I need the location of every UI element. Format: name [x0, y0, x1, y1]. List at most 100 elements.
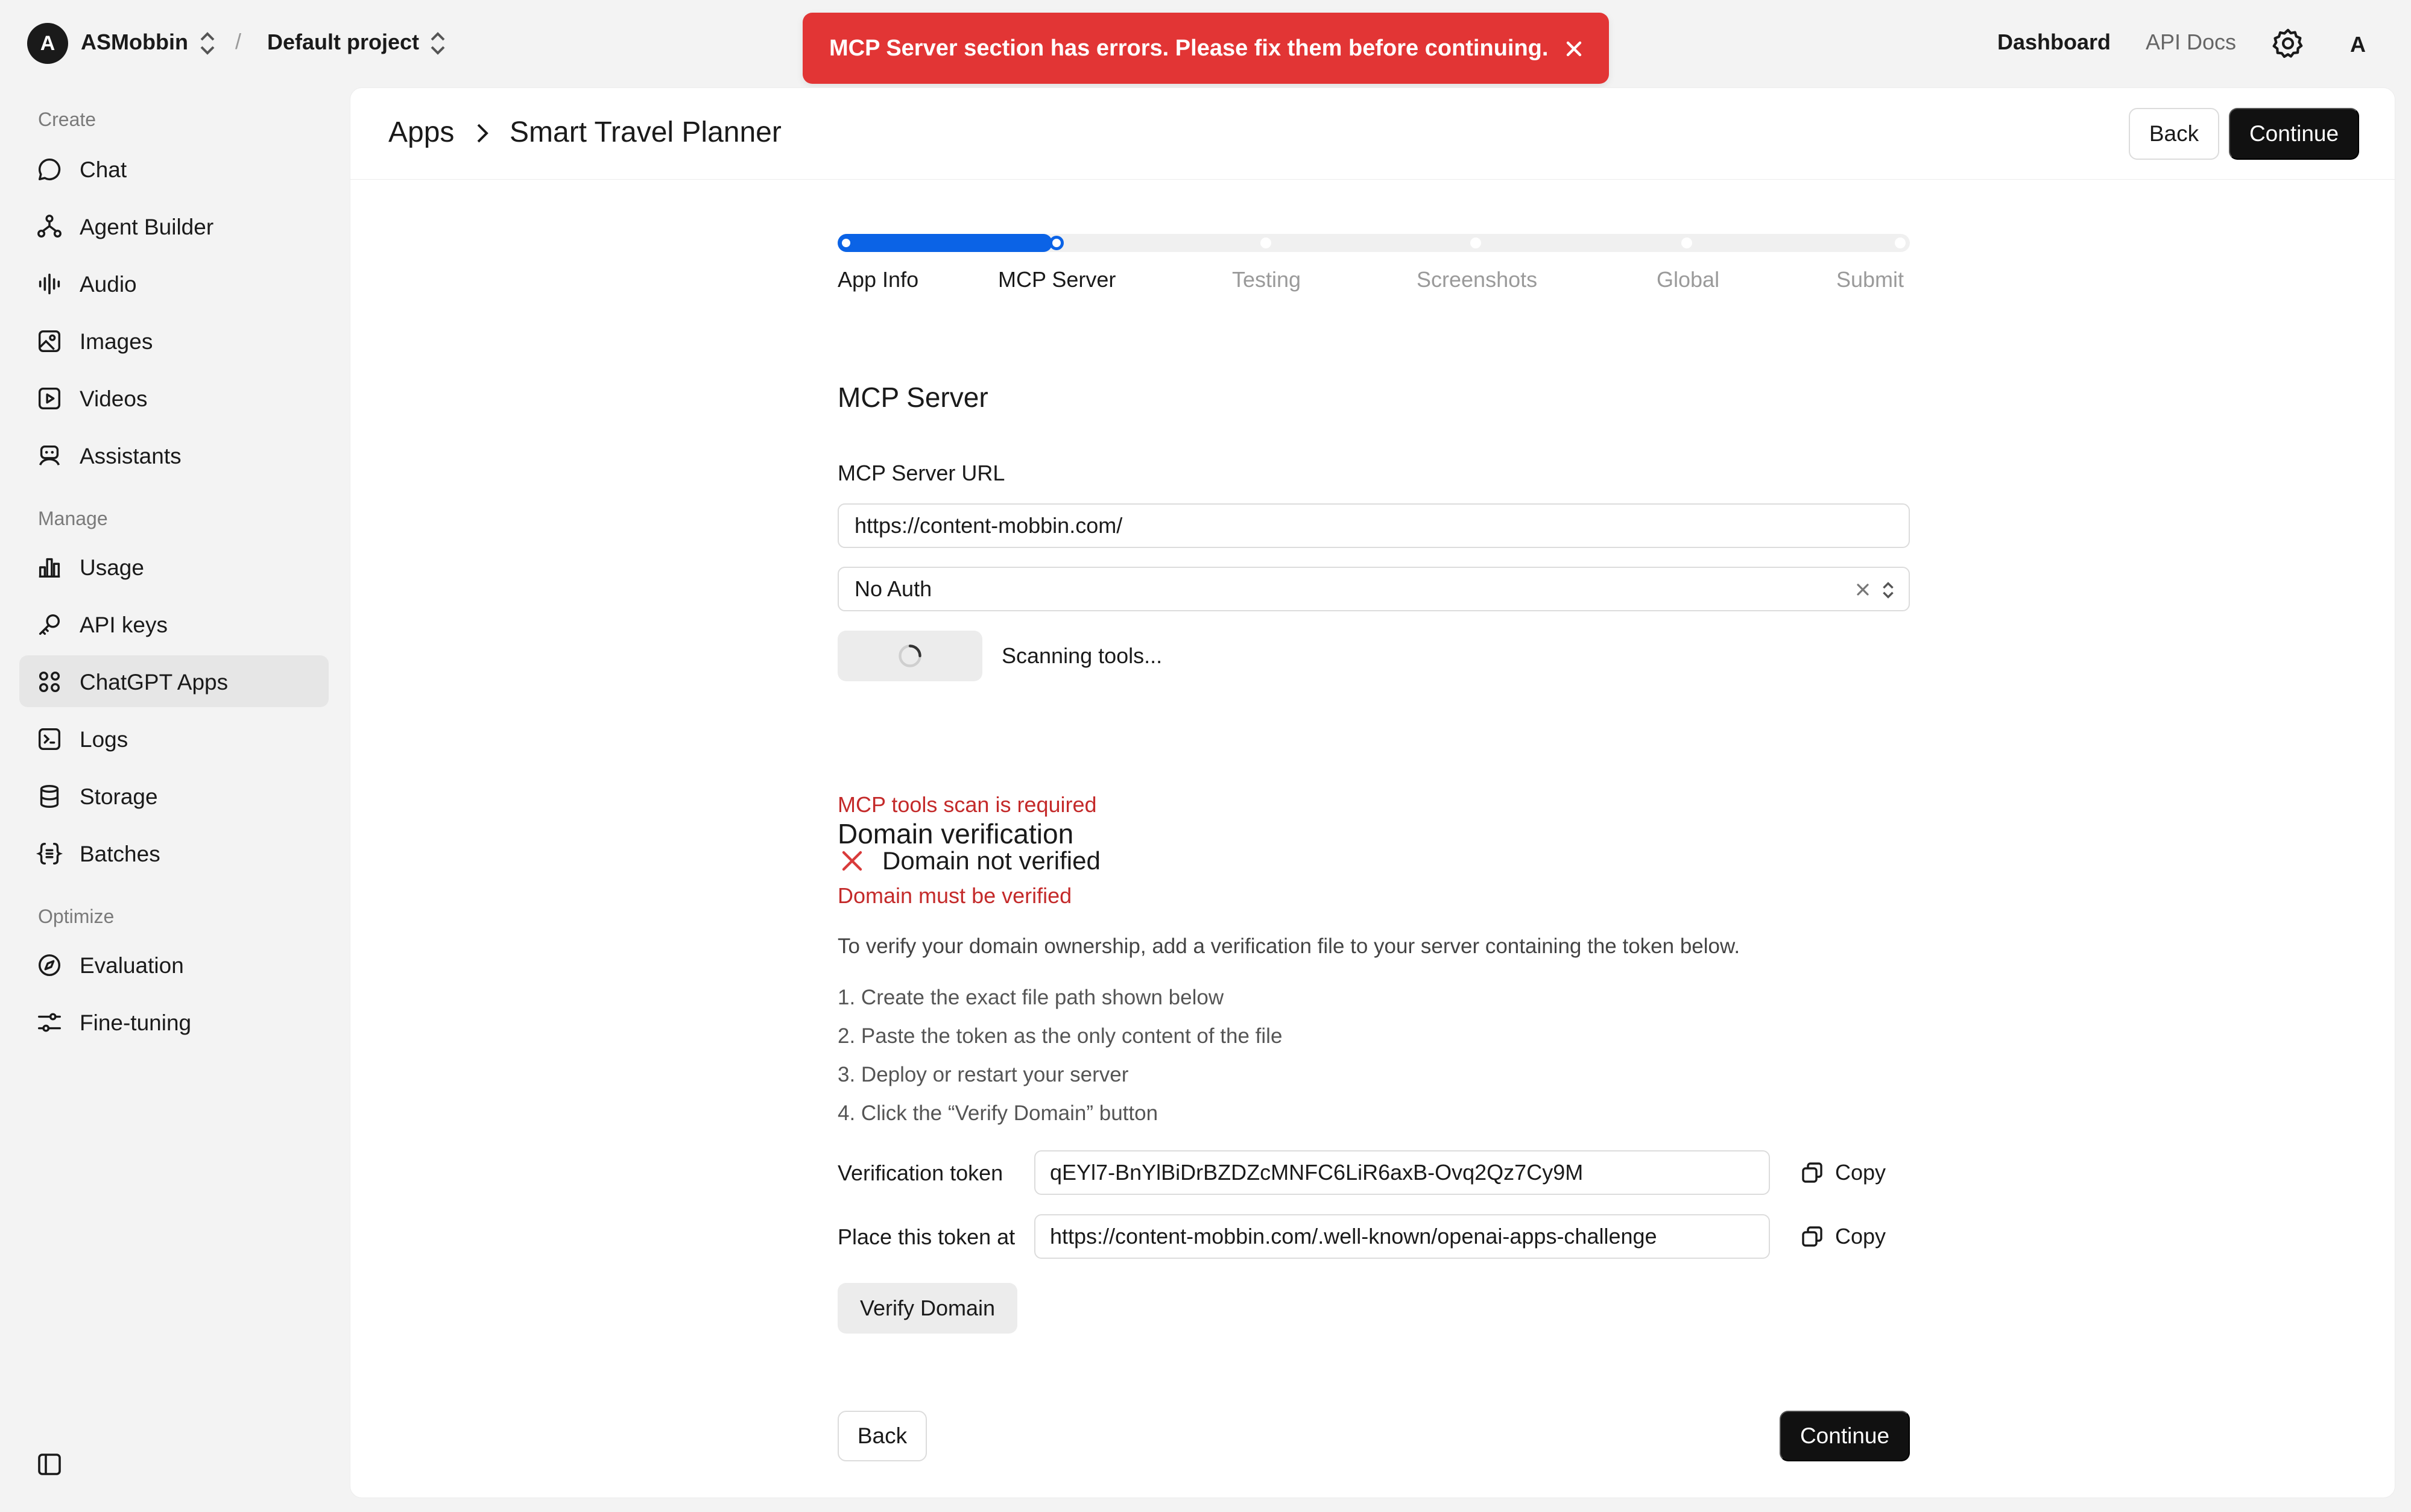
copy-token-button[interactable]: Copy: [1800, 1154, 1886, 1191]
chevron-updown-icon[interactable]: [197, 30, 218, 57]
form-content: App Info MCP Server Testing Screenshots …: [838, 88, 1910, 1498]
toast-message: MCP Server section has errors. Please fi…: [829, 35, 1549, 61]
project-switcher[interactable]: Default project: [267, 30, 419, 55]
step-label-mcp-server[interactable]: MCP Server: [998, 267, 1116, 292]
step-label-global: Global: [1657, 267, 1720, 292]
breadcrumb-apps[interactable]: Apps: [388, 116, 454, 149]
chevron-updown-icon[interactable]: [1880, 580, 1897, 600]
chat-bubble-icon: [36, 156, 63, 183]
step-dot-global: [1679, 236, 1694, 250]
sidebar-item-chat[interactable]: Chat: [19, 143, 329, 195]
header-back-button[interactable]: Back: [2129, 108, 2219, 160]
sidebar-toggle-icon[interactable]: [35, 1450, 64, 1479]
sidebar-item-label: API keys: [80, 613, 168, 637]
sliders-icon: [36, 1009, 63, 1036]
sidebar-item-label: Storage: [80, 784, 158, 809]
chevron-right-icon: [473, 121, 491, 145]
token-location-value: https://content-mobbin.com/.well-known/o…: [1050, 1224, 1657, 1249]
auth-select-value: No Auth: [855, 576, 932, 601]
sidebar-item-agent-builder[interactable]: Agent Builder: [19, 200, 329, 252]
sidebar-item-fine-tuning[interactable]: Fine-tuning: [19, 996, 329, 1048]
agent-nodes-icon: [36, 213, 63, 241]
section-heading-domain-verification: Domain verification: [838, 818, 1074, 849]
sidebar-item-label: Assistants: [80, 444, 182, 468]
spinner-icon: [897, 643, 923, 669]
sidebar-item-storage[interactable]: Storage: [19, 770, 329, 822]
section-label-manage: Manage: [38, 508, 108, 529]
sidebar-item-api-keys[interactable]: API keys: [19, 598, 329, 650]
sidebar-item-usage[interactable]: Usage: [19, 541, 329, 593]
auth-select[interactable]: No Auth: [838, 567, 1910, 611]
sidebar-item-evaluation[interactable]: Evaluation: [19, 939, 329, 991]
verify-domain-button[interactable]: Verify Domain: [838, 1283, 1017, 1334]
sidebar-item-chatgpt-apps[interactable]: ChatGPT Apps: [19, 655, 329, 707]
sidebar-item-logs[interactable]: Logs: [19, 713, 329, 764]
org-avatar[interactable]: A: [27, 23, 68, 64]
robot-icon: [36, 442, 63, 470]
step-label-app-info[interactable]: App Info: [838, 267, 918, 292]
step-label-submit: Submit: [1836, 267, 1904, 292]
sidebar-item-label: Evaluation: [80, 953, 184, 978]
user-avatar[interactable]: A: [2340, 27, 2376, 63]
page-title: Smart Travel Planner: [510, 116, 782, 148]
mcp-url-label: MCP Server URL: [838, 461, 1005, 485]
step-label-testing: Testing: [1232, 267, 1301, 292]
database-icon: [36, 783, 63, 810]
step-dot-mcp-server: [1049, 236, 1064, 250]
api-docs-link[interactable]: API Docs: [2146, 30, 2236, 55]
step-dot-submit: [1893, 236, 1907, 250]
sidebar-item-assistants[interactable]: Assistants: [19, 429, 329, 481]
scan-tools-button[interactable]: [838, 631, 982, 681]
sidebar-item-label: Videos: [80, 386, 148, 411]
sidebar-item-label: Images: [80, 329, 153, 354]
clear-icon[interactable]: [1853, 580, 1872, 600]
instruction-step: 4. Click the “Verify Domain” button: [838, 1101, 1158, 1125]
sidebar-item-batches[interactable]: Batches: [19, 827, 329, 879]
video-play-icon: [36, 385, 63, 412]
step-dot-screenshots: [1468, 236, 1483, 250]
token-location-input[interactable]: https://content-mobbin.com/.well-known/o…: [1034, 1214, 1770, 1259]
sidebar-item-label: Agent Builder: [80, 215, 214, 239]
copy-label: Copy: [1835, 1160, 1886, 1185]
verification-token-label: Verification token: [838, 1161, 1003, 1185]
sidebar-item-images[interactable]: Images: [19, 315, 329, 367]
step-label-screenshots: Screenshots: [1417, 267, 1538, 292]
org-switcher[interactable]: ASMobbin: [81, 30, 188, 55]
footer-back-button[interactable]: Back: [838, 1411, 927, 1461]
sidebar-item-label: Fine-tuning: [80, 1010, 192, 1035]
section-label-optimize: Optimize: [38, 906, 115, 927]
progress-fill: [838, 234, 1052, 252]
apps-grid-icon: [36, 668, 63, 696]
main-panel: Apps Smart Travel Planner Back Continue …: [350, 87, 2395, 1498]
scan-error-text: MCP tools scan is required: [838, 792, 1097, 817]
sidebar-item-label: Usage: [80, 555, 144, 580]
sidebar-item-audio[interactable]: Audio: [19, 257, 329, 309]
image-icon: [36, 327, 63, 355]
mcp-url-value: https://content-mobbin.com/: [855, 513, 1123, 538]
key-icon: [36, 611, 63, 638]
footer-continue-button[interactable]: Continue: [1780, 1411, 1910, 1461]
token-location-label: Place this token at: [838, 1224, 1016, 1249]
copy-location-button[interactable]: Copy: [1800, 1218, 1886, 1255]
instruction-step: 2. Paste the token as the only content o…: [838, 1024, 1283, 1048]
dashboard-link[interactable]: Dashboard: [1997, 30, 2111, 55]
gear-icon[interactable]: [2271, 27, 2305, 60]
verification-token-input[interactable]: qEYl7-BnYlBiDrBZDZcMNFC6LiR6axB-Ovq2Qz7C…: [1034, 1150, 1770, 1195]
copy-label: Copy: [1835, 1224, 1886, 1249]
domain-description: To verify your domain ownership, add a v…: [838, 934, 1740, 958]
compass-icon: [36, 951, 63, 979]
scan-status-text: Scanning tools...: [1002, 643, 1163, 668]
breadcrumb-separator: /: [235, 29, 242, 54]
instruction-step: 3. Deploy or restart your server: [838, 1063, 1129, 1086]
mcp-url-input[interactable]: https://content-mobbin.com/: [838, 503, 1910, 548]
terminal-icon: [36, 725, 63, 753]
x-mark-icon: [840, 849, 864, 873]
close-icon[interactable]: [1566, 40, 1582, 57]
header-continue-button[interactable]: Continue: [2229, 108, 2359, 160]
sidebar-item-videos[interactable]: Videos: [19, 372, 329, 424]
step-dot-app-info: [839, 236, 853, 250]
copy-icon: [1800, 1161, 1824, 1185]
chevron-updown-icon[interactable]: [427, 30, 449, 57]
sidebar-item-label: Logs: [80, 727, 128, 752]
sidebar-item-label: ChatGPT Apps: [80, 670, 229, 695]
